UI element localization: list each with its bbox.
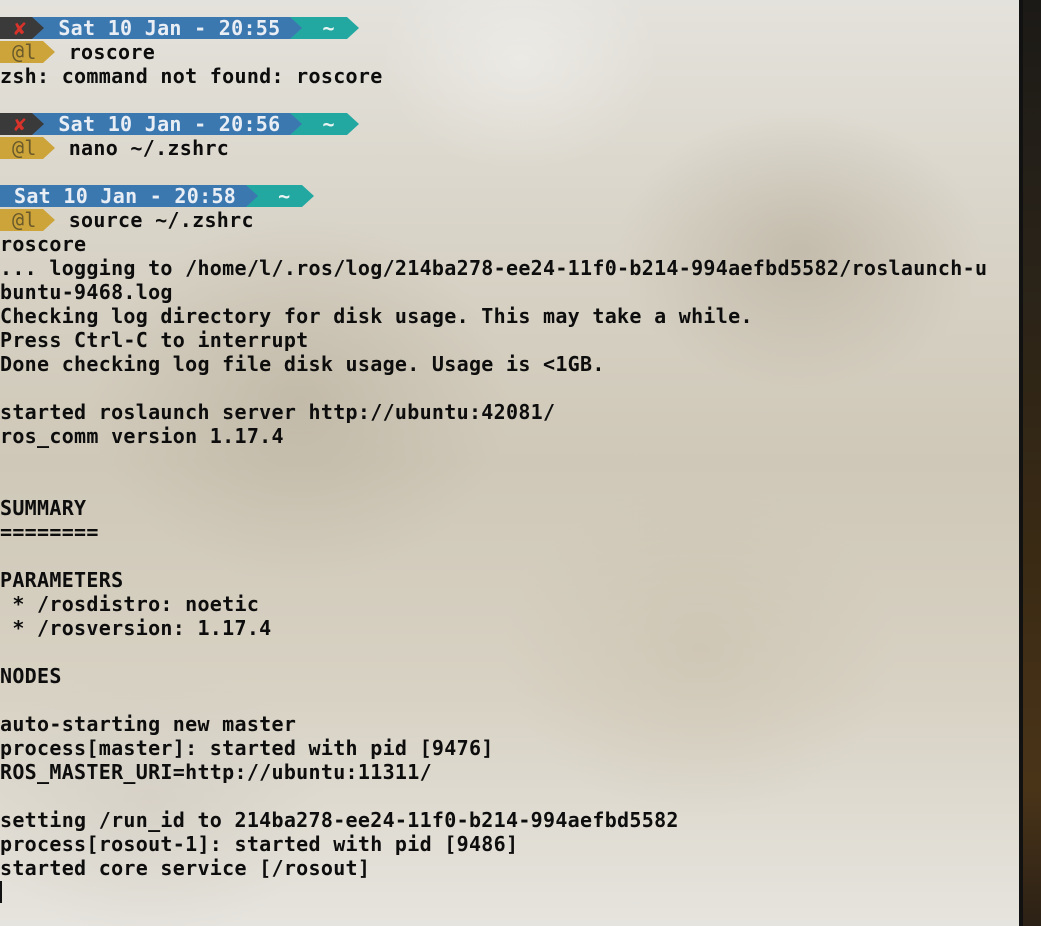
- output-line: ... logging to /home/l/.ros/log/214ba278…: [0, 256, 988, 280]
- output-line: SUMMARY: [0, 496, 87, 520]
- powerline-separator-icon: [246, 185, 259, 207]
- command-text: nano ~/.zshrc: [68, 136, 230, 160]
- output-line: Done checking log file disk usage. Usage…: [0, 352, 605, 376]
- powerline-separator-icon: [290, 17, 303, 39]
- prompt-user: @l: [0, 137, 43, 159]
- terminal-window[interactable]: ✘ Sat 10 Jan - 20:55 ~ @l roscore zsh: comm…: [0, 0, 1019, 926]
- powerline-separator-icon: [42, 41, 55, 63]
- prompt-status-line: ✘ Sat 10 Jan - 20:56 ~: [0, 112, 987, 136]
- output-line: ros_comm version 1.17.4: [0, 424, 284, 448]
- cursor-line[interactable]: [0, 880, 987, 904]
- output-line: * /rosversion: 1.17.4: [0, 616, 272, 640]
- command-text: source ~/.zshrc: [68, 208, 254, 232]
- prompt-date: Sat 10 Jan - 20:58: [0, 185, 247, 207]
- powerline-separator-icon: [302, 185, 315, 207]
- powerline-separator-icon: [346, 17, 359, 39]
- prompt-directory: ~: [302, 113, 347, 135]
- output-line: started core service [/rosout]: [0, 856, 371, 880]
- prompt-user: @l: [0, 209, 43, 231]
- output-line: process[rosout-1]: started with pid [948…: [0, 832, 519, 856]
- prompt-command-line: @l nano ~/.zshrc: [0, 136, 987, 160]
- prompt-date: Sat 10 Jan - 20:56: [44, 113, 291, 135]
- output-line: process[master]: started with pid [9476]: [0, 736, 494, 760]
- powerline-separator-icon: [32, 17, 45, 39]
- output-line: auto-starting new master: [0, 712, 297, 736]
- output-line: ROS_MASTER_URI=http://ubuntu:11311/: [0, 760, 432, 784]
- powerline-separator-icon: [290, 113, 303, 135]
- background-window-edge: [1019, 0, 1041, 926]
- output-line: setting /run_id to 214ba278-ee24-11f0-b2…: [0, 808, 679, 832]
- prompt-status-line: Sat 10 Jan - 20:58 ~: [0, 184, 987, 208]
- error-output-line: zsh: command not found: roscore: [0, 64, 383, 88]
- prompt-user: @l: [0, 41, 43, 63]
- output-line: Press Ctrl-C to interrupt: [0, 328, 309, 352]
- prompt-command-line: @l roscore: [0, 40, 987, 64]
- text-cursor: [0, 881, 2, 903]
- powerline-separator-icon: [42, 137, 55, 159]
- prompt-command-line: @l source ~/.zshrc: [0, 208, 987, 232]
- command-text: roscore: [68, 40, 156, 64]
- powerline-separator-icon: [346, 113, 359, 135]
- output-line: PARAMETERS: [0, 568, 124, 592]
- powerline-separator-icon: [32, 113, 45, 135]
- output-line: * /rosdistro: noetic: [0, 592, 260, 616]
- prompt-directory: ~: [302, 17, 347, 39]
- window-border: [1019, 0, 1023, 926]
- output-line: roscore: [0, 232, 87, 256]
- prompt-status-line: ✘ Sat 10 Jan - 20:55 ~: [0, 16, 987, 40]
- output-line: started roslaunch server http://ubuntu:4…: [0, 400, 556, 424]
- output-line: NODES: [0, 664, 62, 688]
- output-line: Checking log directory for disk usage. T…: [0, 304, 753, 328]
- terminal-output: ✘ Sat 10 Jan - 20:55 ~ @l roscore zsh: comm…: [0, 16, 987, 904]
- output-line: ========: [0, 520, 99, 544]
- powerline-separator-icon: [42, 209, 55, 231]
- prompt-directory: ~: [258, 185, 303, 207]
- output-line: buntu-9468.log: [0, 280, 173, 304]
- error-status-icon: ✘: [0, 17, 33, 39]
- error-status-icon: ✘: [0, 113, 33, 135]
- prompt-date: Sat 10 Jan - 20:55: [44, 17, 291, 39]
